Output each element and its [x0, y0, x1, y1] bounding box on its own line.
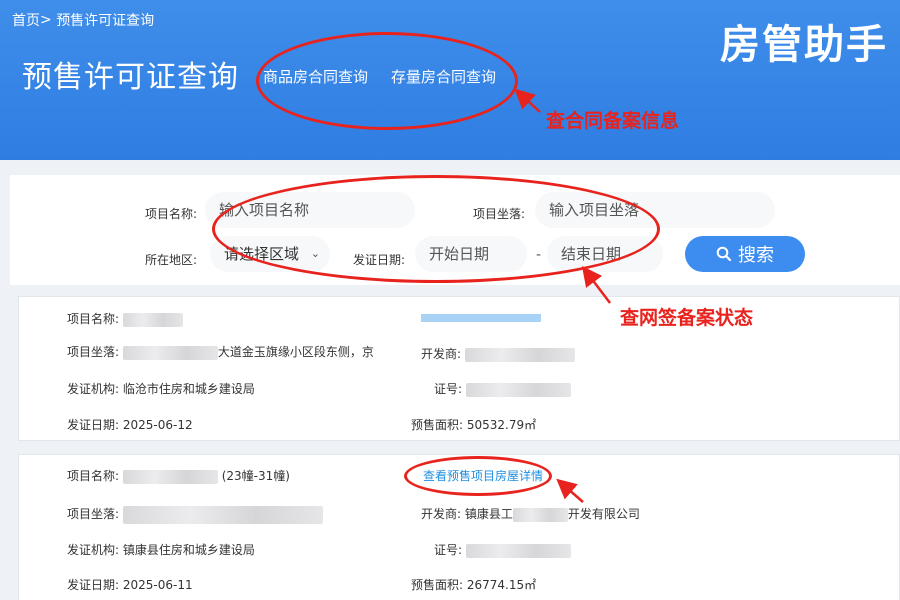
developer-field: 开发商:: [421, 345, 575, 362]
redacted-text: [122, 312, 183, 327]
header-banner: 首页> 预售许可证查询 预售许可证查询 商品房合同查询 存量房合同查询 房管助手: [0, 0, 900, 160]
project-location-value: 大道金玉旗缘小区段东侧，京: [217, 345, 374, 359]
issuing-authority-key: 发证机构:: [67, 382, 120, 396]
presale-area-field: 预售面积: 26774.15㎡: [411, 576, 536, 593]
presale-area-value: 26774.15㎡: [466, 578, 537, 592]
nav-existing-contract-query[interactable]: 存量房合同查询: [391, 66, 496, 87]
search-icon: [716, 246, 732, 262]
issuing-authority-field: 发证机构: 临沧市住房和城乡建设局: [67, 380, 255, 397]
developer-field: 开发商: 镇康县工 开发有限公司: [421, 505, 640, 522]
project-location-field: 项目坐落: 大道金玉旗缘小区段东侧，京: [67, 343, 374, 360]
presale-area-value: 50532.79㎡: [466, 418, 537, 432]
breadcrumb-home[interactable]: 首页: [12, 13, 40, 29]
redacted-link[interactable]: [421, 310, 541, 324]
developer-key: 开发商:: [421, 347, 462, 361]
project-name-input[interactable]: [205, 192, 415, 228]
end-date-input[interactable]: [547, 236, 663, 272]
brand-title: 房管助手: [720, 22, 888, 68]
redacted-text: [122, 345, 218, 360]
date-separator: -: [536, 247, 542, 263]
developer-key: 开发商:: [421, 507, 462, 521]
redacted-text: [122, 505, 323, 524]
breadcrumb-separator: >: [40, 12, 52, 28]
search-panel: 项目名称: 项目坐落: 所在地区: 请选择区域 ⌄ 发证日期: - 搜索: [10, 175, 900, 285]
redacted-text: [464, 347, 575, 362]
redacted-text: [512, 507, 568, 522]
presale-area-key: 预售面积:: [411, 578, 464, 592]
presale-area-key: 预售面积:: [411, 418, 464, 432]
issue-date-field: 发证日期: 2025-06-12: [67, 416, 193, 433]
result-card: 项目名称: (23幢-31幢) 查看预售项目房屋详情 项目坐落: 开发商: 镇康…: [18, 454, 900, 600]
issuing-authority-key: 发证机构:: [67, 543, 120, 557]
chevron-down-icon: ⌄: [310, 247, 320, 260]
redacted-text: [465, 543, 571, 558]
annotation-signing-status: 查网签备案状态: [620, 307, 754, 329]
project-name-field: 项目名称: (23幢-31幢): [67, 467, 290, 484]
project-name-key: 项目名称:: [67, 312, 120, 326]
start-date-input[interactable]: [415, 236, 527, 272]
page-title: 预售许可证查询: [22, 60, 239, 95]
annotation-contract-info: 查合同备案信息: [546, 110, 680, 132]
breadcrumb-current: 预售许可证查询: [56, 13, 155, 29]
issue-date-label: 发证日期:: [353, 253, 406, 267]
developer-suffix: 开发有限公司: [567, 507, 640, 521]
redacted-link-bar: [421, 313, 541, 322]
developer-prefix: 镇康县工: [464, 507, 513, 521]
result-card: 项目名称: 项目坐落: 大道金玉旗缘小区段东侧，京 开发商: 发证机构: 临沧市…: [18, 296, 900, 441]
certificate-number-field: 证号:: [434, 380, 571, 397]
certificate-number-key: 证号:: [434, 382, 463, 396]
issuing-authority-value: 镇康县住房和城乡建设局: [122, 543, 255, 557]
project-location-key: 项目坐落:: [67, 507, 120, 521]
project-name-field: 项目名称:: [67, 310, 183, 327]
presale-area-field: 预售面积: 50532.79㎡: [411, 416, 536, 433]
redacted-text: [465, 382, 571, 397]
project-name-label: 项目名称:: [145, 207, 198, 221]
certificate-number-field: 证号:: [434, 541, 571, 558]
nav-commercial-contract-query[interactable]: 商品房合同查询: [263, 66, 368, 87]
search-button-label: 搜索: [738, 245, 774, 266]
search-button[interactable]: 搜索: [685, 236, 805, 272]
issue-date-key: 发证日期:: [67, 578, 120, 592]
issue-date-value: 2025-06-12: [122, 418, 193, 432]
view-presale-house-details-link[interactable]: 查看预售项目房屋详情: [423, 467, 543, 484]
project-location-label: 项目坐落:: [473, 207, 526, 221]
issuing-authority-field: 发证机构: 镇康县住房和城乡建设局: [67, 541, 255, 558]
region-select[interactable]: 请选择区域 ⌄: [210, 236, 330, 272]
issue-date-value: 2025-06-11: [122, 578, 193, 592]
region-select-value: 请选择区域: [224, 245, 300, 263]
project-location-key: 项目坐落:: [67, 345, 120, 359]
issue-date-key: 发证日期:: [67, 418, 120, 432]
project-name-key: 项目名称:: [67, 469, 120, 483]
project-location-input[interactable]: [535, 192, 775, 228]
redacted-text: [122, 469, 218, 484]
issue-date-field: 发证日期: 2025-06-11: [67, 576, 193, 593]
region-label: 所在地区:: [145, 253, 198, 267]
project-name-suffix: (23幢-31幢): [221, 469, 290, 483]
certificate-number-key: 证号:: [434, 543, 463, 557]
issuing-authority-value: 临沧市住房和城乡建设局: [122, 382, 255, 396]
breadcrumb: 首页> 预售许可证查询: [12, 10, 154, 30]
project-location-field: 项目坐落:: [67, 505, 323, 524]
